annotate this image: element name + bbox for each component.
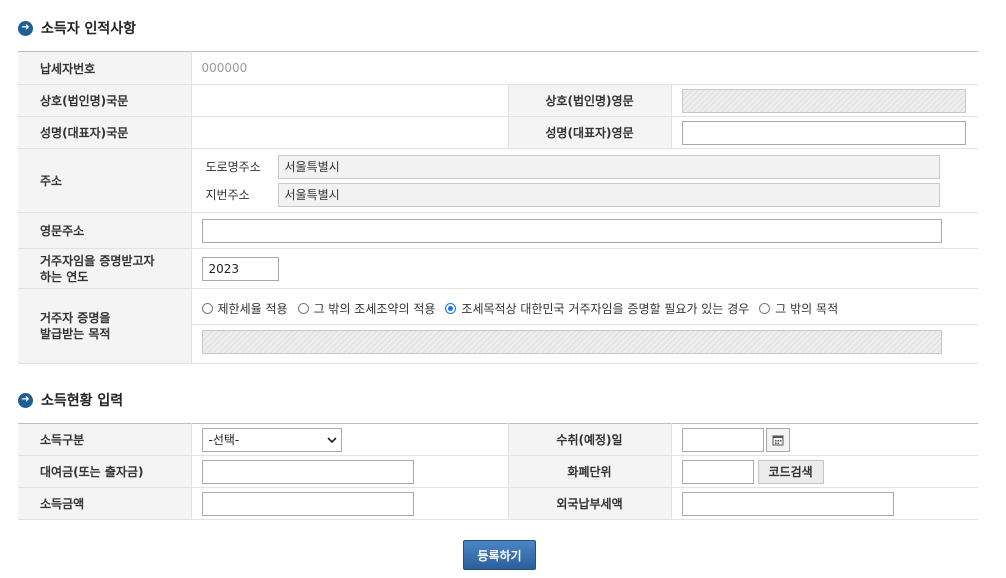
residence-year-input[interactable] [201, 256, 279, 281]
road-address-label: 도로명주소 [205, 160, 261, 174]
rep-en-input[interactable] [681, 120, 966, 145]
address-label: 주소 [18, 148, 192, 213]
purpose-radio-other[interactable]: 그 밖의 목적 [759, 300, 838, 317]
company-kr-value [191, 84, 508, 117]
road-address-value: 서울특별시 [277, 154, 940, 179]
rep-en-label: 성명(대표자)영문 [507, 116, 672, 149]
lot-address-label: 지번주소 [205, 188, 250, 202]
residence-year-label: 거주자임을 증명받고자 하는 연도 [18, 248, 192, 289]
loan-input[interactable] [201, 459, 414, 484]
currency-label: 화폐단위 [507, 455, 672, 488]
taxpayer-number-label: 납세자번호 [18, 51, 192, 85]
radio-checked-icon [445, 302, 457, 314]
radio-circle-icon [759, 302, 771, 314]
foreign-tax-input[interactable] [681, 491, 894, 516]
radio-circle-icon [297, 302, 309, 314]
purpose-radio-reduced-rate[interactable]: 제한세율 적용 [201, 300, 288, 317]
loan-label: 대여금(또는 출자금) [18, 455, 192, 488]
purpose-radio-other-treaty[interactable]: 그 밖의 조세조약의 적용 [297, 300, 435, 317]
lot-address-row: 지번주소 서울특별시 [206, 181, 969, 209]
purpose-detail-input [201, 330, 942, 354]
calendar-icon[interactable] [765, 427, 790, 452]
purpose-radio-group: 제한세율 적용 그 밖의 조세조약의 적용 조세목적상 대한민국 거주자임을 증… [201, 292, 969, 324]
english-address-input[interactable] [201, 218, 942, 243]
company-kr-label: 상호(법인명)국문 [18, 84, 192, 117]
rep-kr-value [191, 116, 508, 149]
english-address-label: 영문주소 [18, 212, 192, 249]
rep-kr-label: 성명(대표자)국문 [18, 116, 192, 149]
income-type-label: 소득구분 [18, 423, 192, 456]
radio-circle-icon [201, 302, 213, 314]
road-address-row: 도로명주소 서울특별시 [206, 153, 969, 181]
company-en-label: 상호(법인명)영문 [507, 84, 672, 117]
taxpayer-number-value: 000000 [191, 51, 979, 85]
purpose-label: 거주자 증명을 발급받는 목적 [18, 288, 192, 364]
company-en-input [681, 88, 966, 113]
section-title-personal: ➜ 소득자 인적사항 [18, 18, 136, 38]
chevron-down-icon [326, 436, 337, 443]
lot-address-value: 서울특별시 [277, 182, 940, 207]
income-type-select[interactable]: -선택- [201, 427, 342, 452]
receipt-date-input[interactable] [681, 427, 764, 452]
foreign-tax-label: 외국납부세액 [507, 487, 672, 520]
income-table: 소득구분 -선택- 수취(예정)일 대여금(또는 출자금) 화폐단위 코드검색 … [18, 423, 978, 520]
personal-info-table: 납세자번호 000000 상호(법인명)국문 상호(법인명)영문 성명(대표자)… [18, 51, 979, 364]
code-search-button[interactable]: 코드검색 [757, 459, 824, 484]
arrow-right-icon: ➜ [18, 392, 33, 408]
section-title-income: ➜ 소득현황 입력 [18, 390, 123, 410]
arrow-right-icon: ➜ [18, 20, 33, 36]
currency-input[interactable] [681, 459, 754, 484]
income-amount-input[interactable] [201, 491, 414, 516]
purpose-radio-tax-purpose[interactable]: 조세목적상 대한민국 거주자임을 증명할 필요가 있는 경우 [445, 300, 749, 317]
register-button[interactable]: 등록하기 [463, 540, 536, 570]
receipt-date-label: 수취(예정)일 [507, 423, 672, 456]
income-amount-label: 소득금액 [18, 487, 192, 520]
